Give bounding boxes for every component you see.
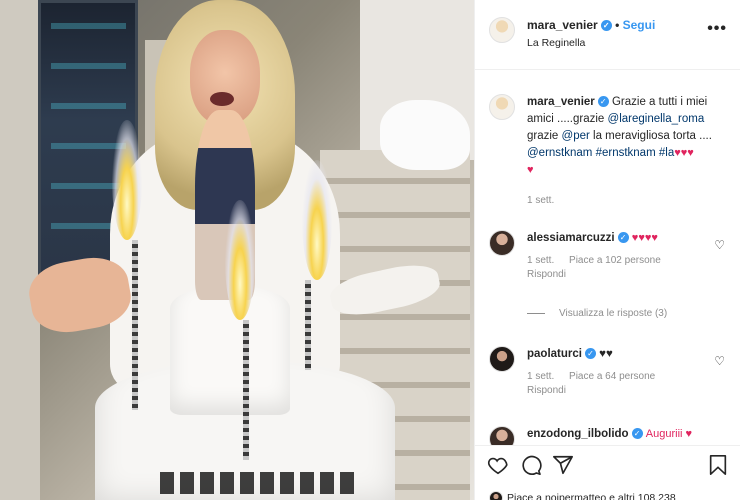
caption-text: mara_venier ✓ Grazie a tutti i miei amici…: [527, 94, 729, 179]
author-username[interactable]: mara_venier: [527, 18, 598, 32]
comment-time[interactable]: 1 sett.: [527, 371, 554, 382]
caption-time[interactable]: 1 sett.: [527, 195, 554, 206]
comment-meta: 1 sett. Piace a 64 persone Rispondi: [527, 370, 729, 398]
caption-username[interactable]: mara_venier: [527, 96, 595, 108]
comment-likes[interactable]: Piace a 64 persone: [569, 371, 655, 382]
comment-item: alessiamarcuzzi ✓ ♥♥♥♥ 1 sett. Piace a 10…: [489, 230, 729, 282]
comment-item: enzodong_ilbolido ✓ Auguriii ♥: [489, 426, 729, 445]
comment-avatar[interactable]: [489, 346, 515, 372]
comment-text: alessiamarcuzzi ✓ ♥♥♥♥: [527, 230, 729, 246]
author-line: mara_venier ✓ • Segui: [527, 18, 655, 32]
more-icon[interactable]: •••: [707, 20, 727, 38]
liked-by-text: Piace a noipermatteo e altri 108.238: [507, 491, 676, 500]
photo-sparkler-flame: [225, 200, 255, 320]
liker-avatar: [489, 491, 503, 500]
view-replies[interactable]: Visualizza le risposte (3): [527, 308, 667, 319]
caption-avatar[interactable]: [489, 94, 515, 120]
view-replies-label: Visualizza le risposte (3): [559, 308, 668, 319]
post-location[interactable]: La Reginella: [527, 37, 585, 49]
verified-badge-icon: ✓: [617, 232, 629, 244]
replies-divider: [527, 312, 545, 314]
photo-cake-letters: [160, 472, 360, 494]
reply-button[interactable]: Rispondi: [527, 269, 566, 280]
comments-list[interactable]: mara_venier ✓ Grazie a tutti i miei amici…: [475, 70, 740, 445]
comment-item: paolaturci ✓ ♥♥ 1 sett. Piace a 64 person…: [489, 346, 729, 398]
heart-emoji: ♥♥♥: [674, 147, 694, 159]
heart-emoji: ♥: [527, 164, 534, 176]
comment-like-heart-icon[interactable]: ♡: [714, 354, 725, 368]
caption-text-part: grazie: [527, 130, 562, 142]
comment-body: ♥♥: [599, 348, 613, 360]
post-sidebar: mara_venier ✓ • Segui La Reginella ••• ma…: [474, 0, 740, 500]
comment-username[interactable]: paolaturci: [527, 348, 582, 360]
comment-time[interactable]: 1 sett.: [527, 255, 554, 266]
author-avatar[interactable]: [489, 17, 515, 43]
mention-link[interactable]: @ernstknam: [527, 147, 592, 159]
post-caption: mara_venier ✓ Grazie a tutti i miei amici…: [489, 94, 729, 179]
comment-avatar[interactable]: [489, 426, 515, 445]
photo-bags: [380, 100, 470, 170]
comment-avatar[interactable]: [489, 230, 515, 256]
comment-meta: 1 sett. Piace a 102 persone Rispondi: [527, 254, 729, 282]
comment-username[interactable]: enzodong_ilbolido: [527, 428, 629, 440]
photo-sparkler-flame: [112, 120, 142, 240]
verified-badge-icon: ✓: [597, 96, 609, 108]
separator-dot: •: [615, 18, 623, 32]
post-photo[interactable]: [0, 0, 474, 500]
post-actions: Piace a noipermatteo e altri 108.238: [475, 445, 740, 500]
caption-text-part: la meravigliosa torta ....: [589, 130, 712, 142]
comment-text: enzodong_ilbolido ✓ Auguriii ♥: [527, 426, 729, 442]
photo-wall: [0, 0, 40, 500]
photo-mouth: [210, 92, 234, 106]
mention-link[interactable]: @lareginella_roma: [608, 113, 705, 125]
hashtag-link[interactable]: #la: [659, 147, 674, 159]
comment-username[interactable]: alessiamarcuzzi: [527, 232, 615, 244]
photo-sparkler: [243, 320, 249, 460]
comment-likes[interactable]: Piace a 102 persone: [569, 255, 661, 266]
comment-like-heart-icon[interactable]: ♡: [714, 238, 725, 252]
share-icon[interactable]: [552, 454, 574, 476]
liked-by[interactable]: Piace a noipermatteo e altri 108.238: [489, 491, 676, 500]
verified-badge-icon: ✓: [631, 428, 643, 440]
mention-link[interactable]: @per: [562, 130, 590, 142]
verified-badge-icon: ✓: [584, 348, 596, 360]
post-header: mara_venier ✓ • Segui La Reginella •••: [475, 0, 740, 70]
photo-sparkler-flame: [302, 160, 332, 280]
comment-icon[interactable]: [520, 454, 542, 476]
photo-sparkler: [305, 280, 311, 370]
hashtag-link[interactable]: #ernstknam: [596, 147, 656, 159]
verified-badge-icon: ✓: [600, 20, 612, 32]
comment-body: Auguriii ♥: [645, 428, 693, 440]
heart-icon[interactable]: [487, 454, 509, 476]
photo-sparkler: [132, 240, 138, 410]
follow-button[interactable]: Segui: [623, 18, 656, 32]
comment-body: ♥♥♥♥: [631, 232, 658, 244]
reply-button[interactable]: Rispondi: [527, 385, 566, 396]
bookmark-icon[interactable]: [707, 454, 729, 476]
comment-text: paolaturci ✓ ♥♥: [527, 346, 729, 362]
